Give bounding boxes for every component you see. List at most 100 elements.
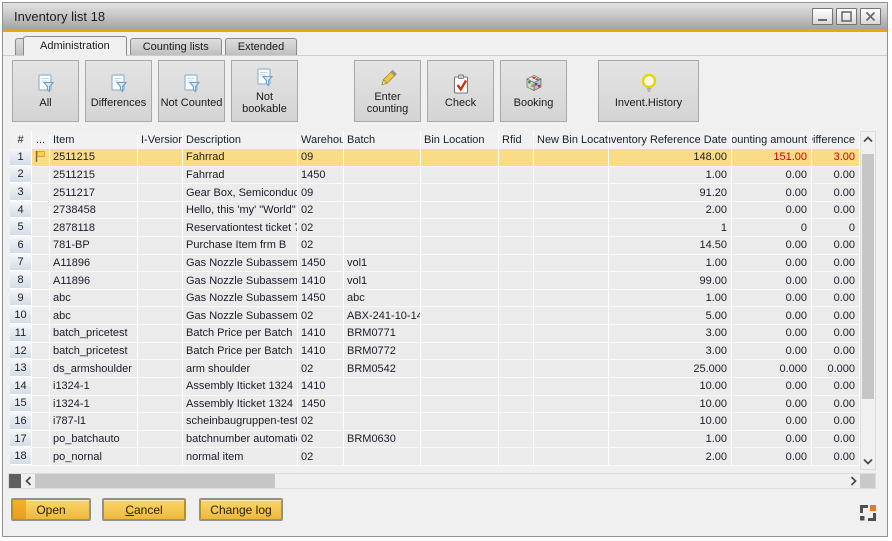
new-bin-cell <box>534 219 609 236</box>
new-bin-cell <box>534 360 609 377</box>
maximize-button[interactable] <box>836 8 857 25</box>
row-number-cell[interactable]: 14 <box>10 378 32 395</box>
table-row[interactable]: 16 i787-l1 scheinbaugruppen-test 02 10.0… <box>10 413 860 431</box>
horizontal-scroll-track[interactable] <box>35 474 846 488</box>
row-number-cell[interactable]: 16 <box>10 413 32 430</box>
row-number-cell[interactable]: 18 <box>10 448 32 465</box>
col-rfid-header[interactable]: Rfid <box>499 131 534 149</box>
row-number-cell[interactable]: 15 <box>10 396 32 413</box>
enter-counting-button[interactable]: Enter counting <box>354 60 421 122</box>
table-row[interactable]: 14 i1324-1 Assembly Iticket 1324 1410 10… <box>10 378 860 396</box>
row-number-cell[interactable]: 17 <box>10 431 32 448</box>
all-button[interactable]: All <box>12 60 79 122</box>
row-number-cell[interactable]: 8 <box>10 272 32 289</box>
table-row[interactable]: 7 A11896 Gas Nozzle Subassembly, 1450 vo… <box>10 255 860 273</box>
bin-location-cell <box>421 290 499 307</box>
col-item-header[interactable]: Item <box>50 131 138 149</box>
counting-cell: 151.00 <box>732 149 812 166</box>
table-row[interactable]: 15 i1324-1 Assembly Iticket 1324 1450 10… <box>10 396 860 414</box>
row-number-cell[interactable]: 10 <box>10 307 32 324</box>
counting-cell: 0.00 <box>732 272 812 289</box>
row-number-cell[interactable]: 2 <box>10 167 32 184</box>
invent-history-button[interactable]: Invent.History <box>598 60 699 122</box>
description-cell: Batch Price per Batch <box>183 325 298 342</box>
row-number-cell[interactable]: 5 <box>10 219 32 236</box>
differences-button[interactable]: Differences <box>85 60 152 122</box>
table-row[interactable]: 3 2511217 Gear Box, Semiconducto 09 91.2… <box>10 184 860 202</box>
warehouse-cell: 02 <box>298 307 344 324</box>
warehouse-cell: 02 <box>298 219 344 236</box>
batch-cell <box>344 149 421 166</box>
row-flag-cell <box>32 149 50 166</box>
title-bar[interactable]: Inventory list 18 <box>3 3 887 29</box>
bin-location-cell <box>421 343 499 360</box>
close-icon <box>862 9 879 24</box>
row-number-cell[interactable]: 11 <box>10 325 32 342</box>
change-log-button[interactable]: Change log <box>200 499 282 520</box>
not-bookable-button[interactable]: Not bookable <box>231 60 298 122</box>
col-description-header[interactable]: Description <box>183 131 298 149</box>
inventory-table: # ... Item I-Version Description Warehou… <box>10 131 860 466</box>
row-number-cell[interactable]: 4 <box>10 202 32 219</box>
col-difference-header[interactable]: Difference <box>812 131 860 149</box>
col-iversion-header[interactable]: I-Version <box>138 131 183 149</box>
tab-counting-lists[interactable]: Counting lists <box>130 38 222 55</box>
tab-administration[interactable]: Administration <box>23 36 127 56</box>
col-counting-header[interactable]: Counting amount <box>732 131 812 149</box>
row-number-cell[interactable]: 12 <box>10 343 32 360</box>
pencil-icon <box>377 67 399 89</box>
row-number-cell[interactable]: 6 <box>10 237 32 254</box>
ref-date-cell: 3.00 <box>609 325 732 342</box>
col-new-bin-header[interactable]: New Bin Locatio <box>534 131 609 149</box>
ref-date-cell: 25.000 <box>609 360 732 377</box>
col-bin-location-header[interactable]: Bin Location <box>421 131 499 149</box>
row-number-cell[interactable]: 1 <box>10 149 32 166</box>
table-row[interactable]: 1 2511215 Fahrrad 09 148.00 151.00 3.00 <box>10 149 860 167</box>
check-button[interactable]: Check <box>427 60 494 122</box>
table-row[interactable]: 10 abc Gas Nozzle Subassembly, 02 ABX-24… <box>10 307 860 325</box>
scroll-right-icon[interactable] <box>846 474 860 488</box>
batch-cell <box>344 413 421 430</box>
table-row[interactable]: 9 abc Gas Nozzle Subassembly, 1450 abc 1… <box>10 290 860 308</box>
table-row[interactable]: 18 po_nornal normal item 02 2.00 0.00 0.… <box>10 448 860 466</box>
description-cell: Assembly Iticket 1324 <box>183 396 298 413</box>
description-cell: Reservationtest ticket 785 <box>183 219 298 236</box>
row-number-cell[interactable]: 13 <box>10 360 32 377</box>
horizontal-scrollbar[interactable] <box>8 473 876 489</box>
table-row[interactable]: 12 batch_pricetest Batch Price per Batch… <box>10 343 860 361</box>
open-button[interactable]: Open <box>12 499 90 520</box>
col-warehouse-header[interactable]: Warehous <box>298 131 344 149</box>
table-row[interactable]: 11 batch_pricetest Batch Price per Batch… <box>10 325 860 343</box>
col-number-header[interactable]: # <box>10 131 32 149</box>
not-counted-button[interactable]: Not Counted <box>158 60 225 122</box>
tab-extended[interactable]: Extended <box>225 38 297 55</box>
vertical-scroll-thumb[interactable] <box>862 154 874 399</box>
table-row[interactable]: 13 ds_armshoulder arm shoulder 02 BRM054… <box>10 360 860 378</box>
iversion-cell <box>138 378 183 395</box>
table-row[interactable]: 5 2878118 Reservationtest ticket 785 02 … <box>10 219 860 237</box>
cube-icon <box>523 73 545 95</box>
row-number-cell[interactable]: 7 <box>10 255 32 272</box>
scroll-up-icon[interactable] <box>861 132 875 147</box>
table-row[interactable]: 17 po_batchauto batchnumber automatic b … <box>10 431 860 449</box>
col-batch-header[interactable]: Batch <box>344 131 421 149</box>
table-row[interactable]: 2 2511215 Fahrrad 1450 1.00 0.00 0.00 <box>10 167 860 185</box>
row-number-cell[interactable]: 3 <box>10 184 32 201</box>
table-row[interactable]: 8 A11896 Gas Nozzle Subassembly, 1410 vo… <box>10 272 860 290</box>
vertical-scrollbar[interactable] <box>860 131 876 470</box>
scroll-down-icon[interactable] <box>861 454 875 469</box>
col-ref-date-header[interactable]: Inventory Reference Date <box>609 131 732 149</box>
horizontal-scroll-thumb[interactable] <box>35 474 275 488</box>
close-button[interactable] <box>860 8 881 25</box>
col-flag-header[interactable]: ... <box>32 131 50 149</box>
minimize-icon <box>814 9 831 24</box>
splitter-box[interactable] <box>9 474 21 488</box>
booking-button[interactable]: Booking <box>500 60 567 122</box>
table-row[interactable]: 4 2738458 Hello, this 'my' "World" 02 2.… <box>10 202 860 220</box>
scroll-left-icon[interactable] <box>21 474 35 488</box>
resize-grip-icon[interactable] <box>859 504 877 522</box>
table-row[interactable]: 6 781-BP Purchase Item frm B 02 14.50 0.… <box>10 237 860 255</box>
cancel-button[interactable]: Cancel <box>103 499 185 520</box>
row-number-cell[interactable]: 9 <box>10 290 32 307</box>
minimize-button[interactable] <box>812 8 833 25</box>
